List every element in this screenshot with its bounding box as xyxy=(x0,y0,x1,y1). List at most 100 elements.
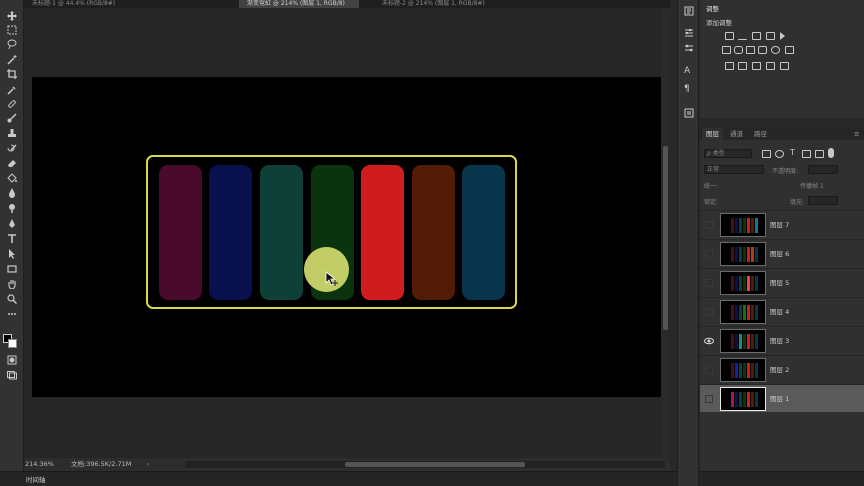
layer-name[interactable]: 图层 6 xyxy=(770,240,789,268)
layer-thumbnail-bar xyxy=(743,334,746,349)
layer-name[interactable]: 图层 3 xyxy=(770,327,789,355)
channel-mixer-icon[interactable] xyxy=(771,46,780,54)
screen-mode-icon[interactable] xyxy=(5,369,18,381)
layer-visibility-eye-icon[interactable] xyxy=(704,394,714,404)
propagate-frame-label[interactable]: 传播帧 1 xyxy=(800,181,824,190)
color-balance-icon[interactable] xyxy=(734,46,743,54)
tab-paths[interactable]: 路径 xyxy=(750,128,771,140)
history-panel-icon[interactable] xyxy=(684,6,694,16)
lasso-tool-icon[interactable] xyxy=(5,38,18,50)
paragraph-panel-icon[interactable]: ¶ xyxy=(684,84,694,94)
layer-row[interactable]: 图层 5 xyxy=(700,268,864,296)
layer-thumbnail-bar xyxy=(751,276,754,291)
layer-row[interactable]: 图层 1 xyxy=(700,384,864,412)
pen-tool-icon[interactable] xyxy=(5,218,18,230)
hue-saturation-icon[interactable] xyxy=(722,46,731,54)
layer-thumbnail-bar xyxy=(739,305,742,320)
gradient-map-icon[interactable] xyxy=(766,62,775,70)
paint-bucket-tool-icon[interactable] xyxy=(5,172,18,184)
zoom-tool-icon[interactable] xyxy=(5,293,18,305)
magic-wand-tool-icon[interactable] xyxy=(5,54,18,66)
brush-tool-icon[interactable] xyxy=(5,112,18,124)
brightness-contrast-icon[interactable] xyxy=(725,32,734,40)
tab-channels[interactable]: 通道 xyxy=(726,128,747,140)
layer-name[interactable]: 图层 4 xyxy=(770,298,789,326)
layer-row[interactable]: 图层 4 xyxy=(700,297,864,325)
adjustments-panel-icon[interactable] xyxy=(684,43,694,53)
filter-toggle-icon[interactable] xyxy=(828,148,834,158)
panel-menu-icon[interactable]: ≡ xyxy=(850,128,863,140)
layer-visibility-eye-icon[interactable] xyxy=(704,365,714,375)
marquee-tool-icon[interactable] xyxy=(5,24,18,36)
crop-tool-icon[interactable] xyxy=(5,68,18,80)
layer-thumbnail-bar xyxy=(755,363,758,378)
libraries-panel-icon[interactable] xyxy=(684,108,694,118)
photo-filter-icon[interactable] xyxy=(758,46,767,54)
rectangle-tool-icon[interactable] xyxy=(5,263,18,275)
horizontal-scroll-thumb[interactable] xyxy=(345,462,525,467)
layer-visibility-eye-icon[interactable] xyxy=(704,249,714,259)
exposure-icon[interactable] xyxy=(766,32,775,40)
filter-adjustment-icon[interactable] xyxy=(775,150,784,158)
character-panel-icon[interactable]: A xyxy=(684,66,694,76)
layer-visibility-eye-icon[interactable] xyxy=(704,336,714,346)
vertical-scroll-thumb[interactable] xyxy=(663,146,668,330)
color-lookup-icon[interactable] xyxy=(785,46,794,54)
layer-visibility-eye-icon[interactable] xyxy=(704,307,714,317)
fill-input[interactable] xyxy=(808,196,838,205)
filter-pixel-icon[interactable] xyxy=(762,150,771,158)
quick-mask-icon[interactable] xyxy=(5,354,18,366)
layer-name[interactable]: 图层 1 xyxy=(770,385,789,413)
opacity-input[interactable] xyxy=(808,165,838,174)
invert-icon[interactable] xyxy=(725,62,734,70)
zoom-level[interactable]: 214.36% xyxy=(25,458,54,471)
filter-type-icon[interactable]: T xyxy=(790,148,795,157)
document-tab[interactable]: 未标题-2 @ 214% (图层 1, RGB/8#) xyxy=(374,0,614,8)
status-menu-arrow-icon[interactable]: › xyxy=(147,458,150,471)
selective-color-icon[interactable] xyxy=(780,62,789,70)
horizontal-scrollbar[interactable] xyxy=(185,461,665,468)
document-tab[interactable]: 未标题-1 @ 44.4% (RGB/8#) xyxy=(24,0,222,8)
threshold-icon[interactable] xyxy=(752,62,761,70)
curves-icon[interactable] xyxy=(752,32,761,40)
layer-thumbnail-bar xyxy=(731,218,734,233)
layer-name[interactable]: 图层 5 xyxy=(770,269,789,297)
path-selection-tool-icon[interactable] xyxy=(5,248,18,260)
background-color-swatch[interactable] xyxy=(8,339,17,348)
hand-tool-icon[interactable] xyxy=(5,278,18,290)
timeline-tab[interactable]: 时间轴 xyxy=(26,474,46,484)
layer-filter-select[interactable]: ρ 类型 xyxy=(704,149,752,158)
clone-stamp-tool-icon[interactable] xyxy=(5,128,18,140)
eraser-tool-icon[interactable] xyxy=(5,157,18,169)
layer-row[interactable]: 图层 7 xyxy=(700,210,864,238)
layer-visibility-eye-icon[interactable] xyxy=(704,220,714,230)
black-white-icon[interactable] xyxy=(746,46,755,54)
filter-smart-object-icon[interactable] xyxy=(815,150,824,158)
document-tab-active[interactable]: 渐变霓虹 @ 214% (图层 1, RGB/8) xyxy=(239,0,359,8)
properties-panel-icon[interactable] xyxy=(684,28,694,38)
dodge-tool-icon[interactable] xyxy=(5,202,18,214)
type-tool-icon[interactable] xyxy=(5,233,18,245)
vibrance-icon[interactable] xyxy=(780,32,789,40)
layer-thumbnail-bar xyxy=(735,247,738,262)
blend-mode-select[interactable]: 正常 xyxy=(704,165,764,174)
healing-brush-tool-icon[interactable] xyxy=(5,98,18,110)
filter-shape-icon[interactable] xyxy=(802,150,811,158)
levels-icon[interactable] xyxy=(738,32,747,40)
layer-visibility-eye-icon[interactable] xyxy=(704,278,714,288)
history-brush-tool-icon[interactable] xyxy=(5,143,18,155)
panel-icon-strip: A ¶ xyxy=(677,0,699,486)
move-tool-icon[interactable] xyxy=(5,10,18,22)
adjustments-panel-title[interactable]: 调整 xyxy=(706,3,719,13)
blur-tool-icon[interactable] xyxy=(5,187,18,199)
posterize-icon[interactable] xyxy=(738,62,747,70)
layer-row[interactable]: 图层 2 xyxy=(700,355,864,383)
layer-row[interactable]: 图层 3 xyxy=(700,326,864,354)
vertical-scrollbar[interactable] xyxy=(661,9,670,458)
layer-name[interactable]: 图层 2 xyxy=(770,356,789,384)
layer-row[interactable]: 图层 6 xyxy=(700,239,864,267)
eyedropper-tool-icon[interactable] xyxy=(5,84,18,96)
more-tools-icon[interactable] xyxy=(5,308,18,320)
layer-name[interactable]: 图层 7 xyxy=(770,211,789,239)
tab-layers[interactable]: 图层 xyxy=(702,128,723,140)
